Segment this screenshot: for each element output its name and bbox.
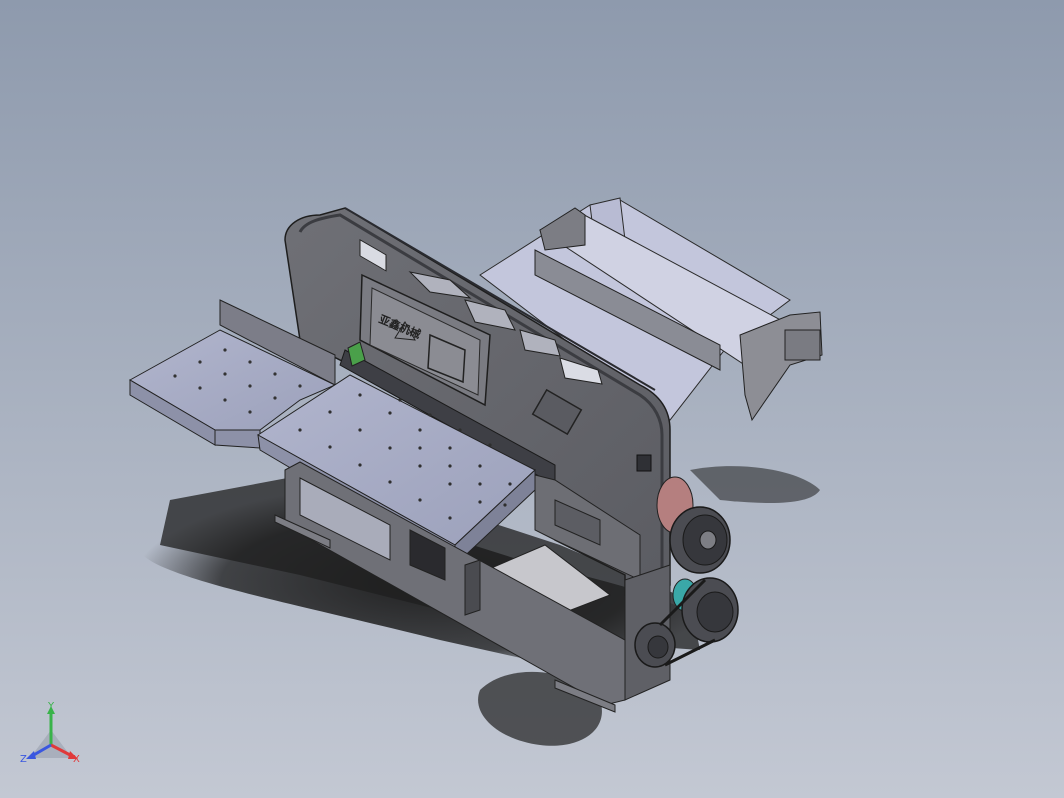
axis-triad: Y X Z — [18, 700, 88, 770]
switch — [636, 454, 652, 472]
x-axis-label: X — [73, 754, 80, 765]
model-scene[interactable]: 亚鑫机械 — [0, 0, 1064, 798]
y-axis-label: Y — [47, 701, 55, 712]
cad-viewport[interactable]: 亚鑫机械 Y X Z — [0, 0, 1064, 798]
z-axis-label: Z — [20, 754, 27, 765]
